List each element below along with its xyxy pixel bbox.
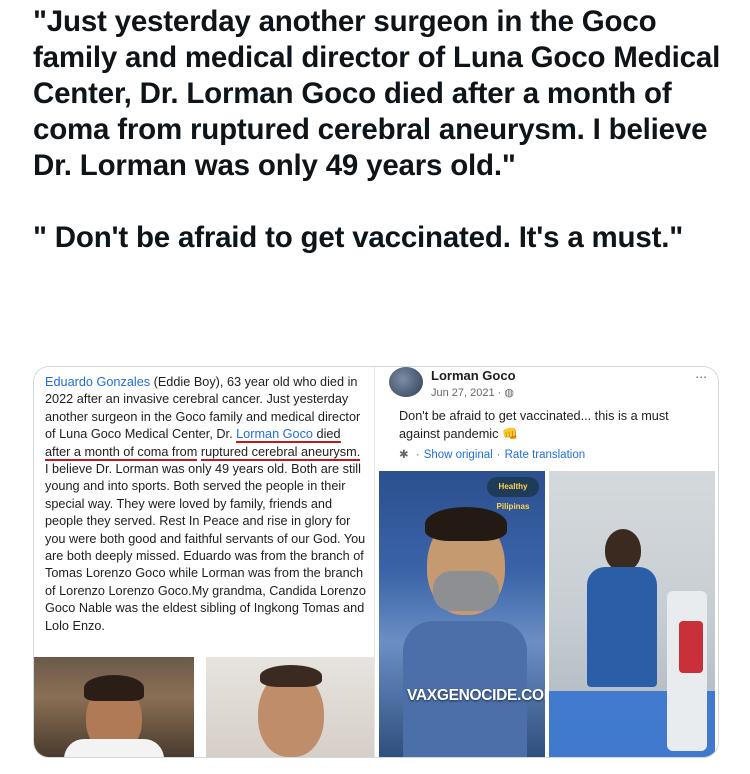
fist-emoji: 👊 xyxy=(501,427,518,441)
lorman-photo xyxy=(206,657,374,757)
post-text: Don't be afraid to get vaccinated... thi… xyxy=(399,409,669,441)
vaccination-photo: Healthy Pilipinas VAXGENOCIDE.COM xyxy=(379,471,545,757)
globe-icon: ◍ xyxy=(504,387,514,399)
show-original-link[interactable]: Show original xyxy=(424,449,493,461)
eduardo-photo xyxy=(34,657,194,757)
facebook-post-screenshot-left: Eduardo Gonzales (Eddie Boy), 63 year ol… xyxy=(34,367,374,757)
post-meta: Jun 27, 2021 · ◍ xyxy=(431,386,514,399)
more-options-icon[interactable]: ... xyxy=(695,367,707,381)
author-name[interactable]: Lorman Goco xyxy=(431,368,516,383)
underlined-text-b: ruptured cerebral aneurysm. xyxy=(200,444,361,461)
author-link[interactable]: Eduardo Gonzales xyxy=(45,375,150,389)
tweet-paragraph-1: "Just yesterday another surgeon in the G… xyxy=(33,5,721,182)
clinic-photo xyxy=(549,471,715,757)
post-text-b: I believe Dr. Lorman was only 49 years o… xyxy=(45,462,366,633)
lorman-link[interactable]: Lorman Goco xyxy=(236,427,313,444)
facebook-post-screenshot-right: Lorman Goco Jun 27, 2021 · ◍ ... Don't b… xyxy=(374,367,718,757)
avatar[interactable] xyxy=(389,367,423,397)
rate-translation-link[interactable]: Rate translation xyxy=(505,449,586,461)
translation-links: ✱ · Show original · Rate translation xyxy=(399,447,585,461)
tweet-paragraph-2: " Don't be afraid to get vaccinated. It'… xyxy=(33,221,683,254)
watermark: VAXGENOCIDE.COM xyxy=(407,687,545,704)
tweet-text: "Just yesterday another surgeon in the G… xyxy=(33,4,723,256)
separator: · xyxy=(496,449,501,461)
post-body: Eduardo Gonzales (Eddie Boy), 63 year ol… xyxy=(45,374,367,635)
separator: · xyxy=(415,449,420,461)
post-body: Don't be afraid to get vaccinated... thi… xyxy=(399,407,699,443)
healthy-pilipinas-badge: Healthy Pilipinas xyxy=(487,477,539,511)
settings-icon[interactable]: ✱ xyxy=(399,449,409,461)
media-card[interactable]: Eduardo Gonzales (Eddie Boy), 63 year ol… xyxy=(33,366,719,758)
post-date[interactable]: Jun 27, 2021 · xyxy=(431,387,504,399)
